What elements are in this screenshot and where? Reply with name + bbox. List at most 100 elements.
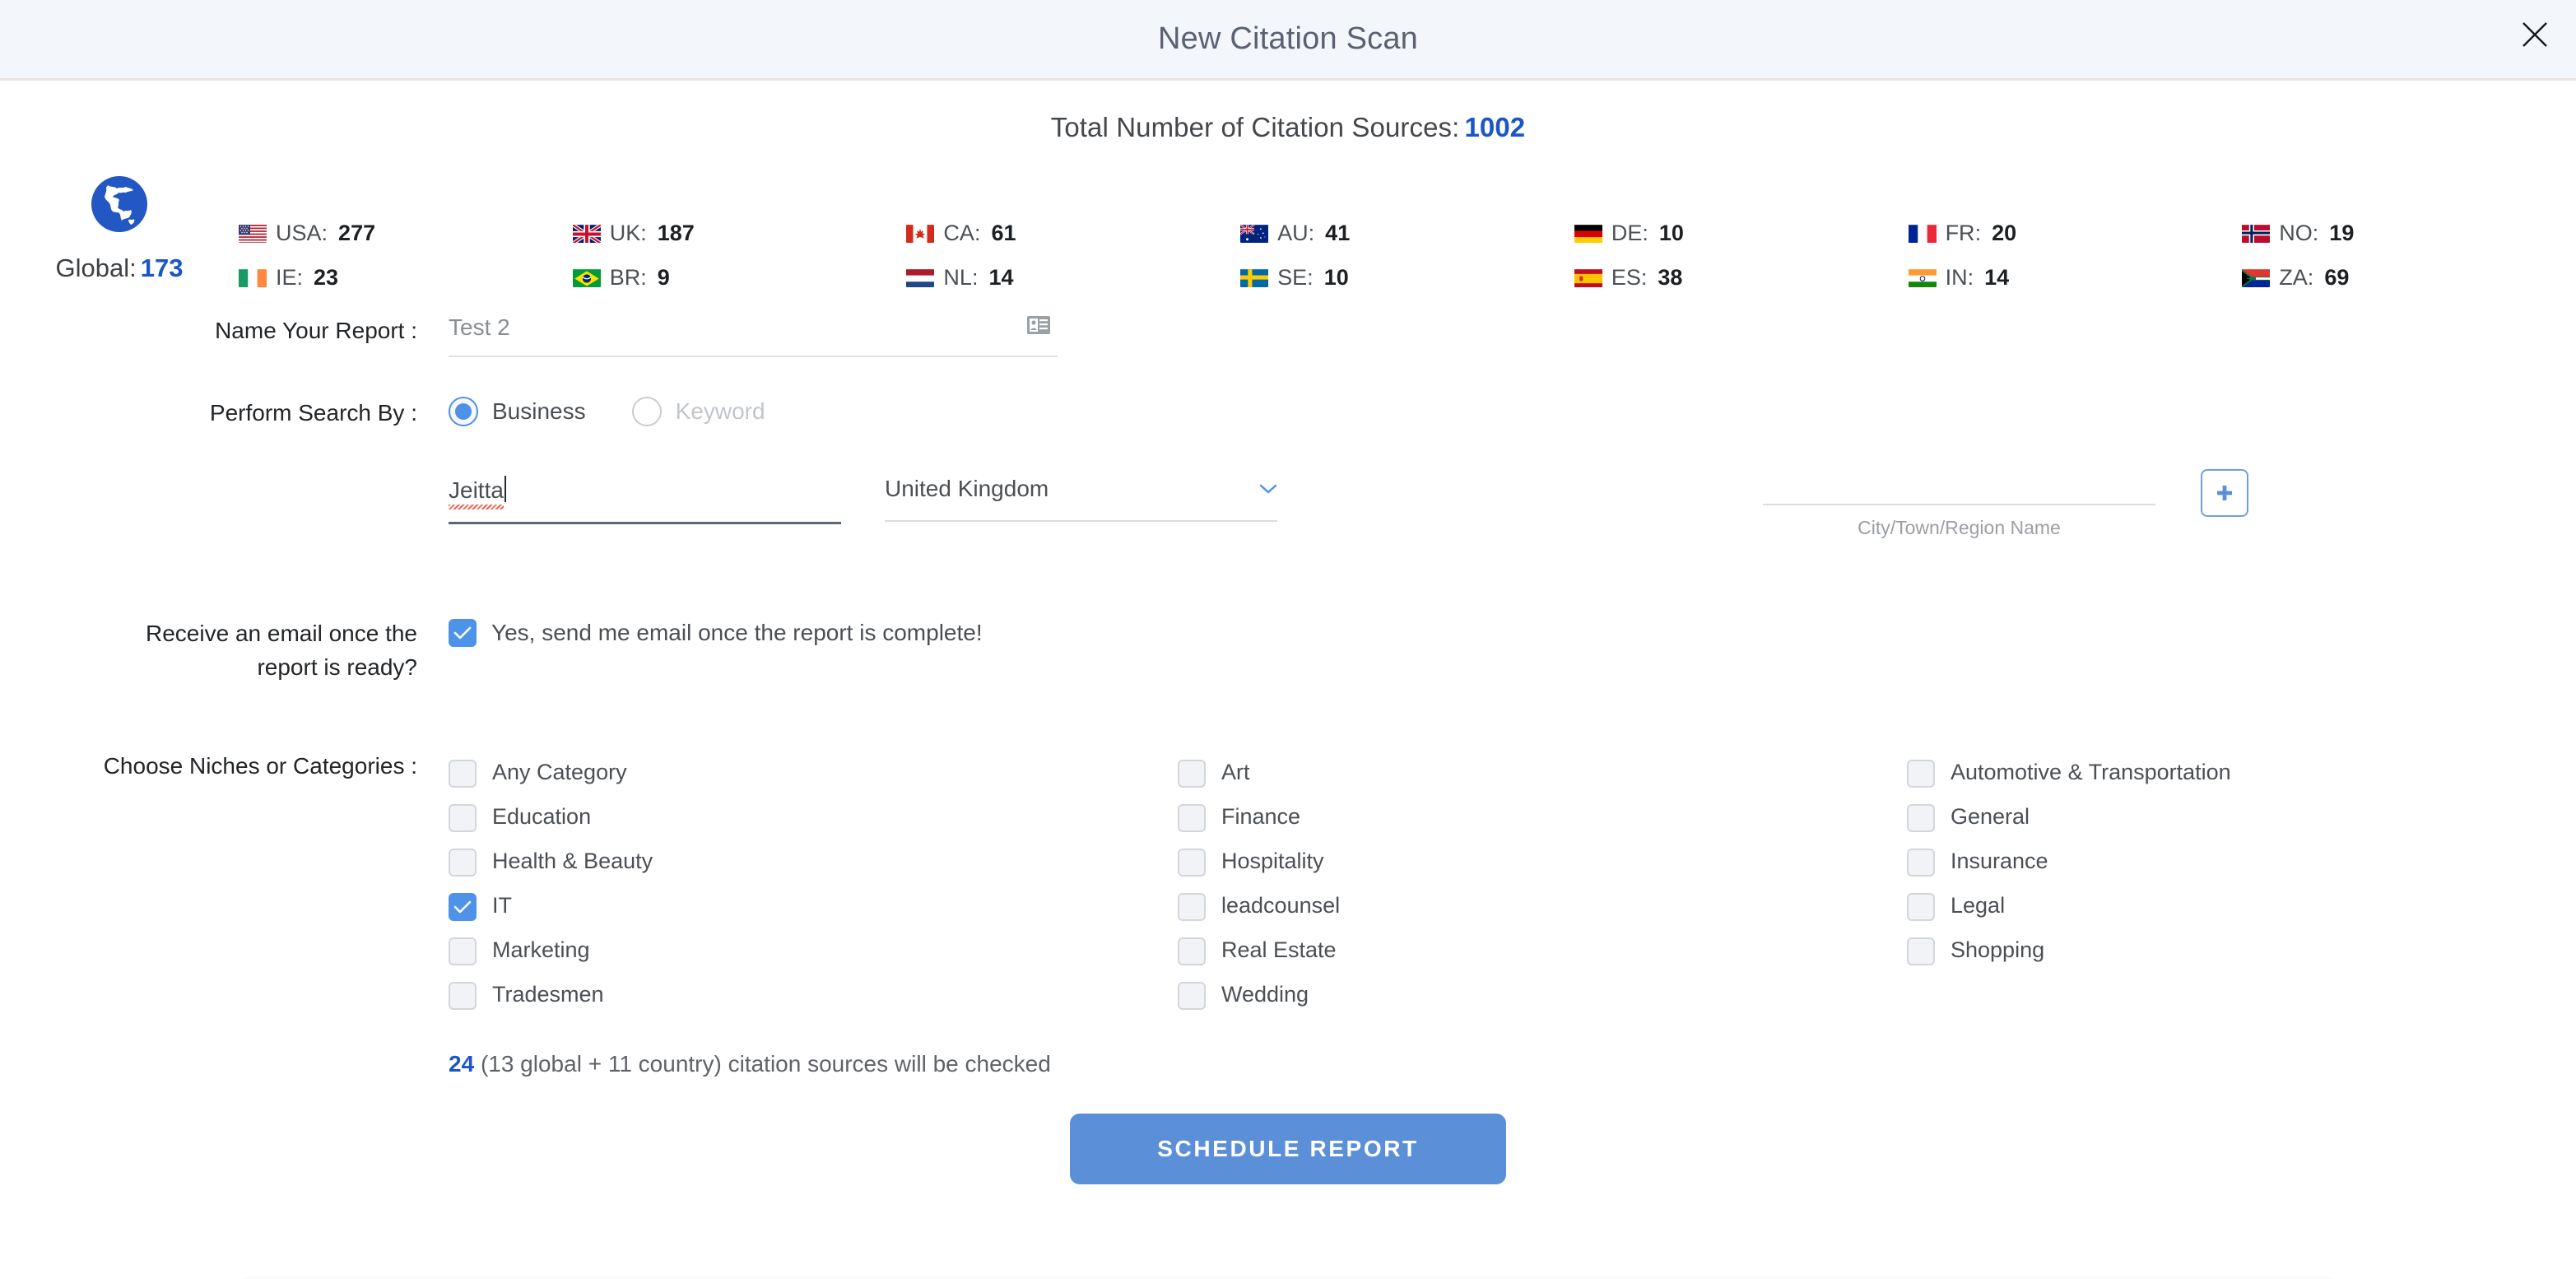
- category-shopping[interactable]: Shopping: [1907, 928, 2576, 972]
- category-wedding[interactable]: Wedding: [1178, 972, 1907, 1016]
- city-hint-label: City/Town/Region Name: [1858, 517, 2061, 538]
- country-count-de: DE: 10: [1574, 211, 1909, 255]
- country-code: USA:: [276, 220, 328, 245]
- country-count-ie: IE: 23: [239, 255, 573, 300]
- report-name-row: Name Your Report :: [0, 314, 2576, 357]
- country-count-nl: NL: 14: [906, 255, 1240, 300]
- submit-row: SCHEDULE REPORT: [0, 1114, 2576, 1184]
- total-sources-line: Total Number of Citation Sources: 1002: [0, 112, 2576, 143]
- business-location-row: Jeitta United Kingdom City/Town/Region N…: [0, 469, 2576, 539]
- email-notify-checkbox-label: Yes, send me email once the report is co…: [491, 620, 983, 645]
- country-count-usa: USA: 277: [239, 211, 573, 255]
- country-count-in: IN: 14: [1908, 255, 2243, 300]
- category-real-estate[interactable]: Real Estate: [1178, 928, 1907, 972]
- category-education[interactable]: Education: [449, 794, 1178, 839]
- category-art[interactable]: Art: [1178, 750, 1907, 794]
- categories-label: Choose Niches or Categories :: [103, 753, 417, 779]
- flag-gb-icon: [572, 223, 601, 243]
- flag-fr-icon: [1908, 224, 1937, 243]
- checkbox-unchecked-icon: [1907, 937, 1935, 965]
- categories-column-3: Automotive & Transportation General Insu…: [1907, 750, 2576, 1016]
- country-select-value: United Kingdom: [885, 476, 1049, 501]
- modal-header: New Citation Scan: [0, 0, 2576, 81]
- category-it[interactable]: IT: [449, 883, 1178, 928]
- business-name-field[interactable]: Jeitta: [449, 476, 841, 524]
- schedule-report-button[interactable]: SCHEDULE REPORT: [1070, 1114, 1506, 1184]
- spellcheck-underline: [449, 505, 504, 509]
- chevron-down-icon: [1259, 483, 1277, 495]
- report-name-input[interactable]: [449, 314, 1058, 357]
- checkbox-checked-icon: [449, 892, 477, 921]
- add-location-button[interactable]: [2201, 469, 2248, 517]
- radio-business[interactable]: Business: [449, 397, 586, 426]
- category-insurance[interactable]: Insurance: [1907, 839, 2576, 883]
- categories-row: Choose Niches or Categories : Any Catego…: [0, 750, 2576, 1016]
- total-sources-label: Total Number of Citation Sources:: [1050, 112, 1460, 142]
- flag-nl-icon: [906, 268, 935, 287]
- country-counts-grid: USA: 277 UK: 187 CA: 61 AU: 41 DE: 10 FR…: [239, 168, 2576, 300]
- checkbox-checked-icon: [449, 619, 477, 647]
- checkbox-unchecked-icon: [1907, 803, 1935, 832]
- categories-grid: Any Category Education Health & Beauty I…: [449, 750, 2576, 1016]
- country-count-se: SE: 10: [1240, 255, 1574, 300]
- flag-de-icon: [1574, 224, 1602, 243]
- flag-es-icon: [1574, 268, 1602, 287]
- category-hospitality[interactable]: Hospitality: [1178, 839, 1907, 883]
- checkbox-unchecked-icon: [449, 937, 477, 965]
- checkbox-unchecked-icon: [1178, 892, 1206, 921]
- flag-ca-icon: [906, 224, 935, 243]
- modal-body: Total Number of Citation Sources: 1002 Gl…: [0, 112, 2576, 1279]
- text-caret: [504, 476, 506, 502]
- category-automotive-transportation[interactable]: Automotive & Transportation: [1907, 750, 2576, 794]
- category-any-category[interactable]: Any Category: [449, 750, 1178, 794]
- search-by-label: Perform Search By :: [209, 400, 417, 426]
- flag-in-icon: [1908, 268, 1937, 287]
- email-notify-label: Receive an email once the report is read…: [146, 621, 417, 680]
- checkbox-unchecked-icon: [1907, 848, 1935, 877]
- report-name-label: Name Your Report :: [215, 318, 417, 343]
- radio-keyword-icon: [631, 397, 662, 426]
- country-count-es: ES: 38: [1574, 255, 1909, 300]
- category-tradesmen[interactable]: Tradesmen: [449, 972, 1178, 1016]
- business-name-value: Jeitta: [449, 477, 504, 503]
- country-count-za: ZA: 69: [2242, 255, 2576, 300]
- globe-icon: [90, 174, 149, 234]
- radio-keyword[interactable]: Keyword: [631, 397, 765, 426]
- radio-business-icon: [449, 397, 478, 426]
- source-check-text: (13 global + 11 country) citation source…: [480, 1051, 1051, 1077]
- radio-keyword-label: Keyword: [675, 398, 765, 424]
- country-select[interactable]: United Kingdom: [885, 476, 1277, 522]
- close-button[interactable]: [2512, 12, 2558, 58]
- category-marketing[interactable]: Marketing: [449, 928, 1178, 972]
- country-value: 277: [338, 220, 376, 245]
- checkbox-unchecked-icon: [1178, 937, 1206, 965]
- country-count-no: NO: 19: [2242, 211, 2576, 255]
- category-finance[interactable]: Finance: [1178, 794, 1907, 839]
- country-count-ca: CA: 61: [906, 211, 1240, 255]
- checkbox-unchecked-icon: [1178, 803, 1206, 832]
- business-name-underline: [449, 522, 841, 524]
- search-by-row: Perform Search By : Business Keyword: [0, 397, 2576, 430]
- source-check-count: 24: [449, 1051, 475, 1077]
- global-count: Global: 173: [0, 253, 239, 283]
- category-health-beauty[interactable]: Health & Beauty: [449, 839, 1178, 883]
- email-notify-checkbox[interactable]: Yes, send me email once the report is co…: [449, 616, 2576, 649]
- checkbox-unchecked-icon: [449, 803, 477, 832]
- page-title: New Citation Scan: [1158, 21, 1418, 56]
- category-general[interactable]: General: [1907, 794, 2576, 839]
- global-value: 173: [140, 253, 184, 282]
- category-legal[interactable]: Legal: [1907, 883, 2576, 928]
- total-sources-value: 1002: [1464, 112, 1526, 142]
- checkbox-unchecked-icon: [449, 848, 477, 877]
- close-icon: [2521, 21, 2549, 49]
- source-check-summary: 24 (13 global + 11 country) citation sou…: [449, 1051, 2576, 1077]
- contact-card-icon[interactable]: [1025, 311, 1053, 339]
- checkbox-unchecked-icon: [1907, 892, 1935, 921]
- search-by-radio-group: Business Keyword: [449, 397, 2576, 426]
- flag-ie-icon: [239, 268, 267, 287]
- radio-business-label: Business: [492, 398, 586, 424]
- category-leadcounsel[interactable]: leadcounsel: [1178, 883, 1907, 928]
- city-field[interactable]: City/Town/Region Name: [1763, 476, 2155, 539]
- scan-form: Name Your Report : Test 2 Perform Search…: [0, 314, 2576, 1184]
- checkbox-unchecked-icon: [1907, 759, 1935, 788]
